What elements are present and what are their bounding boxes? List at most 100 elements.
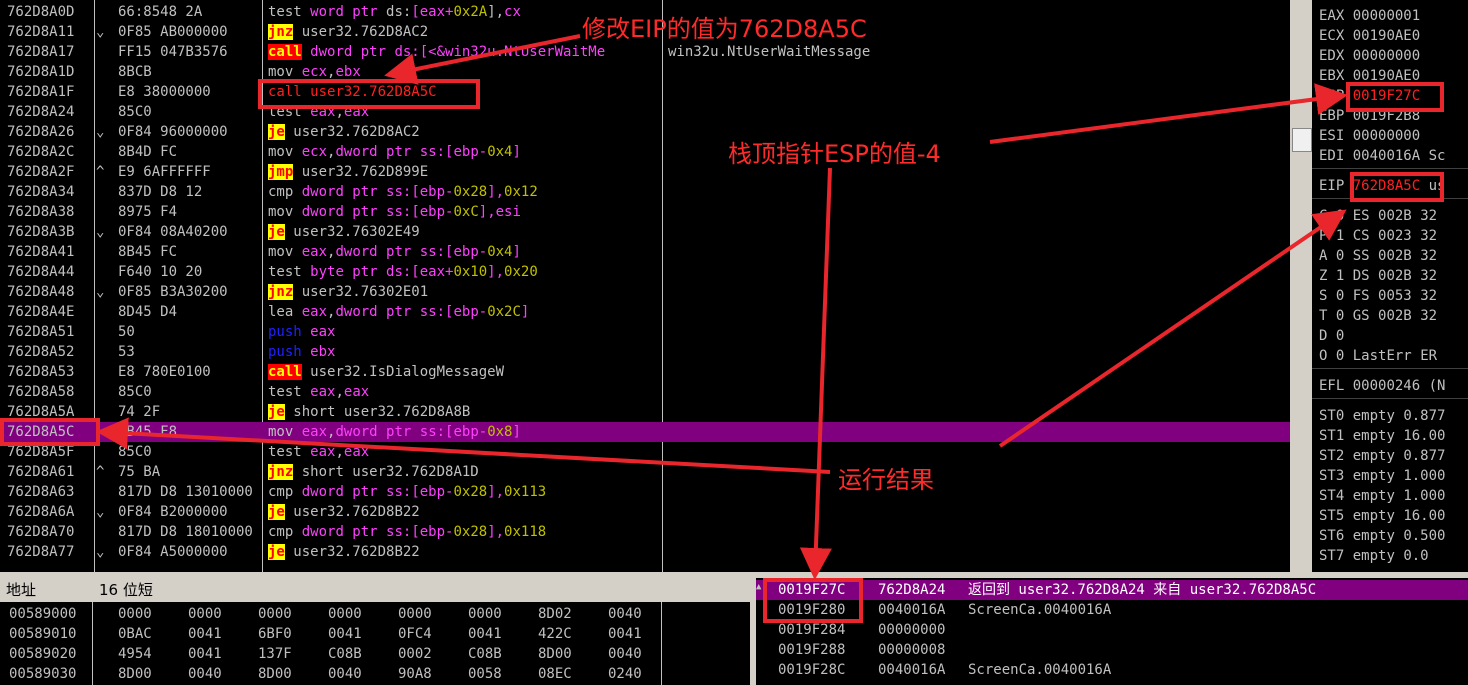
register-value: GS 002B — [1352, 308, 1412, 324]
dump-row[interactable]: 00589000 0000 0000 0000 0000 0000 0000 8D02 0040 — [0, 604, 750, 624]
register-row[interactable]: C 0 ES 002B 32 — [1319, 206, 1437, 226]
disasm-row[interactable]: 762D8A4E 8D45 D4 lea eax,dword ptr ss:[ebp… — [0, 302, 1290, 322]
dump-hex-cell: 422C — [538, 626, 572, 642]
register-row[interactable]: A 0 SS 002B 32 — [1319, 246, 1437, 266]
register-value: SS 002B — [1352, 248, 1412, 264]
disasm-row[interactable]: 762D8A26 ⌄ 0F84 96000000 je user32.762D8AC2 — [0, 122, 1290, 142]
dump-address-header[interactable]: 地址 — [0, 578, 99, 602]
disasm-mnemonic: test — [268, 4, 302, 20]
register-row[interactable]: ST6 empty 0.500 — [1319, 526, 1445, 546]
stack-row[interactable]: 0019F284 00000000 — [756, 620, 1468, 640]
dump-hex-cell: 0040 — [608, 646, 642, 662]
disasm-mnemonic: mov — [268, 244, 294, 260]
disasm-row[interactable]: 762D8A70 817D D8 18010000 cmp dword ptr ss… — [0, 522, 1290, 542]
disasm-address: 762D8A41 — [7, 244, 75, 260]
register-row[interactable]: EAX 00000001 — [1319, 6, 1420, 26]
stack-row[interactable]: 0019F288 00000008 — [756, 640, 1468, 660]
register-row[interactable]: S 0 FS 0053 32 — [1319, 286, 1437, 306]
disasm-mnemonic: call — [268, 44, 302, 60]
register-row[interactable]: EDI 0040016A Sc — [1319, 146, 1445, 166]
register-row[interactable]: ST4 empty 1.000 — [1319, 486, 1445, 506]
disasm-operand: 0x20 — [504, 264, 538, 280]
memory-dump-pane[interactable]: 地址 16 位短 00589000 0000 0000 0000 0000 0000 000… — [0, 578, 750, 685]
dump-row[interactable]: 00589020 4954 0041 137F C08B 0002 C08B 8D00 0040 — [0, 644, 750, 664]
disasm-row[interactable]: 762D8A24 85C0 test eax,eax — [0, 102, 1290, 122]
disasm-row[interactable]: 762D8A38 8975 F4 mov dword ptr ss:[ebp-0xC… — [0, 202, 1290, 222]
register-row[interactable]: EFL 00000246 (N — [1319, 376, 1445, 396]
disasm-address: 762D8A34 — [7, 184, 75, 200]
disasm-operand: ebx — [335, 64, 361, 80]
dump-hex-header[interactable]: 16 位短 — [93, 578, 668, 602]
stack-value: 0040016A — [878, 662, 946, 678]
register-extra: 32 — [1420, 228, 1438, 244]
disasm-bytes: 50 — [118, 324, 135, 340]
register-value: 00000246 — [1352, 378, 1421, 394]
stack-value: 762D8A24 — [878, 582, 946, 598]
disasm-row[interactable]: 762D8A5F 85C0 test eax,eax — [0, 442, 1290, 462]
dump-hex-cell: 0BAC — [118, 626, 152, 642]
disasm-row[interactable]: 762D8A6A ⌄ 0F84 B2000000 je user32.762D8B22 — [0, 502, 1290, 522]
disasm-bytes: 66:8548 2A — [118, 4, 203, 20]
disasm-row[interactable]: 762D8A53 E8 780E0100 call user32.IsDialogM… — [0, 362, 1290, 382]
target-address-box — [0, 418, 100, 446]
dump-hex-cell: 0002 — [398, 646, 432, 662]
dump-ascii-header[interactable] — [662, 578, 750, 602]
disasm-row[interactable]: 762D8A17 FF15 047B3576 call dword ptr ds:[… — [0, 42, 1290, 62]
register-row[interactable]: P 1 CS 0023 32 — [1319, 226, 1437, 246]
disasm-row[interactable]: 762D8A34 837D D8 12 cmp dword ptr ss:[ebp-… — [0, 182, 1290, 202]
register-row[interactable]: Z 1 DS 002B 32 — [1319, 266, 1437, 286]
register-row[interactable]: ECX 00190AE0 — [1319, 26, 1420, 46]
register-row[interactable]: D 0 — [1319, 326, 1344, 346]
disasm-row[interactable]: 762D8A52 53 push ebx — [0, 342, 1290, 362]
register-value: 00000000 — [1352, 48, 1421, 64]
register-row[interactable]: ST2 empty 0.877 — [1319, 446, 1445, 466]
dump-row[interactable]: 00589010 0BAC 0041 6BF0 0041 0FC4 0041 422C 0041 — [0, 624, 750, 644]
register-row[interactable]: ESI 00000000 — [1319, 126, 1420, 146]
register-row[interactable]: ST1 empty 16.00 — [1319, 426, 1445, 446]
disasm-instruction: je short user32.762D8A8B — [268, 402, 470, 422]
register-extra: (N — [1428, 378, 1446, 394]
dump-hex-cell: 0041 — [188, 626, 222, 642]
scrollbar-thumb[interactable] — [1292, 128, 1312, 152]
disasm-operand: word ptr — [310, 4, 387, 20]
disasm-row[interactable]: 762D8A61 ^ 75 BA jnz short user32.762D8A1D — [0, 462, 1290, 482]
disasm-bytes: 0F85 AB000000 — [118, 24, 228, 40]
disasm-row[interactable]: 762D8A58 85C0 test eax,eax — [0, 382, 1290, 402]
disasm-row[interactable]: 762D8A2F ^ E9 6AFFFFFF jmp user32.762D899E — [0, 162, 1290, 182]
disasm-row[interactable]: 762D8A44 F640 10 20 test byte ptr ds:[eax+… — [0, 262, 1290, 282]
disasm-row[interactable]: 762D8A1D 8BCB mov ecx,ebx — [0, 62, 1290, 82]
register-row[interactable]: ST5 empty 16.00 — [1319, 506, 1445, 526]
register-row[interactable]: ST7 empty 0.0 — [1319, 546, 1429, 566]
disasm-row[interactable]: 762D8A5A 74 2F je short user32.762D8A8B — [0, 402, 1290, 422]
disassembly-pane[interactable]: 762D8A0D 66:8548 2A test word ptr ds:[eax+… — [0, 0, 1290, 572]
disasm-bytes: 8B45 F8 — [118, 424, 178, 440]
disasm-row[interactable]: 762D8A1F E8 38000000 call user32.762D8A5C — [0, 82, 1290, 102]
disasm-bytes: E9 6AFFFFFF — [118, 164, 211, 180]
disassembly-scrollbar[interactable] — [1290, 0, 1312, 572]
disasm-row[interactable]: 762D8A5C 8B45 F8 mov eax,dword ptr ss:[ebp… — [0, 422, 1290, 442]
register-row[interactable]: ST3 empty 1.000 — [1319, 466, 1445, 486]
disasm-operand: 0x2A — [453, 4, 488, 20]
disasm-row[interactable]: 762D8A77 ⌄ 0F84 A5000000 je user32.762D8B22 — [0, 542, 1290, 562]
register-extra: 0.500 — [1403, 528, 1446, 544]
disasm-row[interactable]: 762D8A51 50 push eax — [0, 322, 1290, 342]
register-name: EAX — [1319, 8, 1345, 24]
stack-value: 00000008 — [878, 642, 946, 658]
disasm-instruction: cmp dword ptr ss:[ebp-0x28],0x12 — [268, 182, 538, 202]
disasm-row[interactable]: 762D8A2C 8B4D FC mov ecx,dword ptr ss:[ebp… — [0, 142, 1290, 162]
register-row[interactable]: T 0 GS 002B 32 — [1319, 306, 1437, 326]
register-row[interactable]: EDX 00000000 — [1319, 46, 1420, 66]
jump-direction-icon: ⌄ — [96, 504, 105, 520]
disasm-address: 762D8A52 — [7, 344, 75, 360]
disasm-row[interactable]: 762D8A48 ⌄ 0F85 B3A30200 jnz user32.76302E0… — [0, 282, 1290, 302]
register-row[interactable]: O 0 LastErr ER — [1319, 346, 1437, 366]
register-row[interactable]: ST0 empty 0.877 — [1319, 406, 1445, 426]
stack-row[interactable]: 0019F28C 0040016A ScreenCa.0040016A — [756, 660, 1468, 680]
disasm-instruction: mov ecx,dword ptr ss:[ebp-0x4] — [268, 142, 521, 162]
disasm-row[interactable]: 762D8A41 8B45 FC mov eax,dword ptr ss:[ebp… — [0, 242, 1290, 262]
dump-row[interactable]: 00589030 8D00 0040 8D00 0040 90A8 0058 08EC 0240 — [0, 664, 750, 684]
disasm-row[interactable]: 762D8A63 817D D8 13010000 cmp dword ptr ss… — [0, 482, 1290, 502]
disasm-operand: ds:[eax+ — [386, 264, 454, 280]
disasm-row[interactable]: 762D8A3B ⌄ 0F84 08A40200 je user32.76302E49 — [0, 222, 1290, 242]
dump-address: 00589030 — [9, 666, 77, 682]
